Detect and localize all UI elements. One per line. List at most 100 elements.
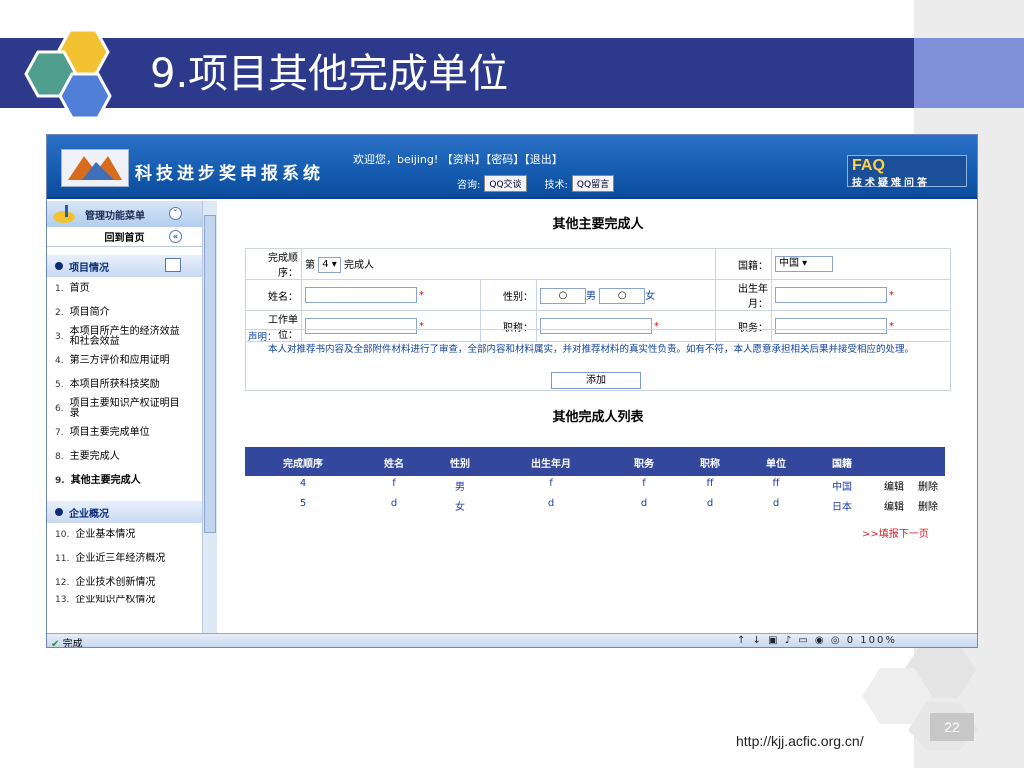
item-number: 9. bbox=[55, 476, 65, 486]
cell-name: f bbox=[392, 478, 396, 489]
sidebar-item[interactable]: 5. 本项目所获科技奖励 bbox=[47, 373, 202, 397]
slide-title: 9.项目其他完成单位 bbox=[150, 51, 509, 97]
profile-link[interactable]: 【资料】 bbox=[442, 153, 486, 166]
item-label: 第三方评价和应用证明 bbox=[69, 355, 170, 366]
nationality-value: 中国 bbox=[779, 258, 799, 269]
delete-link[interactable]: 删除 bbox=[913, 498, 943, 513]
list-title: 其他完成人列表 bbox=[552, 410, 644, 425]
bullet-icon bbox=[55, 262, 63, 270]
logout-link[interactable]: 【退出】 bbox=[524, 153, 563, 166]
title-band-extension bbox=[914, 38, 1024, 108]
cell-birth: f bbox=[549, 478, 553, 489]
item-label: 其他主要完成人 bbox=[70, 475, 141, 486]
sidebar-item[interactable]: 2. 项目简介 bbox=[47, 301, 202, 325]
gender-cell: ○ 男 ○ 女 bbox=[536, 279, 716, 311]
zoom-level[interactable]: 100% bbox=[860, 635, 897, 646]
table-row: 4 f 男 f f ff ff 中国 编辑 删除 bbox=[245, 478, 945, 495]
column-header: 性别 bbox=[450, 459, 470, 470]
status-text: 完成 bbox=[62, 639, 83, 648]
section-company-title: 企业概况 bbox=[69, 508, 109, 520]
double-chevron-left-icon[interactable]: « bbox=[169, 230, 182, 243]
name-input[interactable] bbox=[305, 287, 417, 303]
cell-birth: d bbox=[547, 498, 555, 509]
form-title: 其他主要完成人 bbox=[552, 217, 644, 232]
female-radio[interactable]: ○ bbox=[599, 287, 646, 304]
nationality-label: 国籍： bbox=[715, 248, 772, 280]
sidebar-item[interactable]: 7. 项目主要完成单位 bbox=[47, 421, 202, 445]
birth-input[interactable] bbox=[775, 287, 887, 303]
faq-button[interactable]: FAQ 技术疑难问答 bbox=[847, 155, 967, 189]
scrollbar-thumb[interactable] bbox=[204, 215, 216, 533]
item-number: 10. bbox=[55, 530, 70, 540]
cell-gender: 女 bbox=[455, 502, 465, 513]
sidebar-item[interactable]: 6. 项目主要知识产权证明目录 bbox=[47, 397, 202, 421]
item-number: 6. bbox=[55, 404, 64, 414]
sidebar-item-current[interactable]: 9. 其他主要完成人 bbox=[47, 469, 202, 493]
consult-bar: 咨询: QQ交谈 技术: QQ留言 bbox=[457, 175, 615, 192]
table-row: 5 d 女 d d d d 日本 编辑 删除 bbox=[245, 498, 945, 515]
cell-name: d bbox=[390, 498, 398, 509]
item-number: 13. bbox=[55, 595, 70, 605]
edit-link[interactable]: 编辑 bbox=[879, 478, 909, 493]
item-label: 本项目所获科技奖励 bbox=[69, 379, 160, 390]
item-label: 企业技术创新情况 bbox=[75, 577, 156, 588]
column-header: 姓名 bbox=[384, 459, 404, 470]
item-number: 4. bbox=[55, 356, 64, 366]
item-number: 3. bbox=[55, 332, 64, 342]
order-suffix: 完成人 bbox=[343, 259, 374, 271]
item-number: 11. bbox=[55, 554, 70, 564]
sidebar-item[interactable]: 3. 本项目所产生的经济效益和社会效益 bbox=[47, 325, 202, 349]
menu-header: 管理功能菜单 ˇ bbox=[47, 201, 202, 227]
cell-order: 4 bbox=[299, 478, 307, 489]
item-label: 企业近三年经济概况 bbox=[75, 553, 166, 564]
app-header: 科技进步奖申报系统 欢迎您，beijing! 【资料】【密码】【退出】 咨询: … bbox=[47, 135, 977, 199]
slide-url[interactable]: http://kjj.acfic.org.cn/ bbox=[736, 733, 864, 749]
column-header: 单位 bbox=[766, 459, 786, 470]
sidebar-item[interactable]: 8. 主要完成人 bbox=[47, 445, 202, 469]
column-header: 出生年月 bbox=[531, 459, 571, 470]
add-button[interactable]: 添加 bbox=[551, 372, 641, 389]
item-label: 企业基本情况 bbox=[75, 529, 136, 540]
qq-message-button[interactable]: QQ留言 bbox=[571, 175, 615, 192]
item-number: 5. bbox=[55, 380, 64, 390]
item-label: 企业知识产权情况 bbox=[75, 595, 156, 605]
faq-subtitle: 技术疑难问答 bbox=[852, 178, 930, 189]
welcome-bar: 欢迎您，beijing! 【资料】【密码】【退出】 bbox=[353, 151, 563, 167]
qq-chat-button[interactable]: QQ交谈 bbox=[484, 175, 527, 192]
cell-position: d bbox=[640, 498, 648, 509]
sidebar-item[interactable]: 1. 首页 bbox=[47, 277, 202, 301]
home-link[interactable]: 回到首页 « bbox=[47, 227, 202, 247]
gender-label: 性别： bbox=[480, 279, 537, 311]
sidebar-item[interactable]: 12. 企业技术创新情况 bbox=[47, 571, 202, 595]
section-project[interactable]: 项目情况 bbox=[47, 255, 202, 277]
delete-link[interactable]: 删除 bbox=[913, 478, 943, 493]
collapse-menu-icon[interactable]: ˇ bbox=[169, 207, 182, 220]
item-label: 项目简介 bbox=[69, 307, 110, 318]
male-label: 男 bbox=[586, 290, 596, 302]
status-bar: ✔ 完成 ↑ ↓ ▣ ♪ ▭ ◉ ◎ 0 100% bbox=[47, 633, 977, 648]
sidebar-scrollbar[interactable] bbox=[202, 201, 217, 633]
nationality-select[interactable]: 中国 ▾ bbox=[775, 256, 833, 272]
home-label: 回到首页 bbox=[104, 233, 145, 244]
male-radio[interactable]: ○ bbox=[540, 287, 586, 304]
sidebar-item[interactable]: 4. 第三方评价和应用证明 bbox=[47, 349, 202, 373]
name-label: 姓名： bbox=[245, 279, 302, 311]
column-header: 国籍 bbox=[832, 459, 852, 470]
next-page-link[interactable]: >>填报下一页 bbox=[862, 525, 929, 540]
edit-link[interactable]: 编辑 bbox=[879, 498, 909, 513]
cell-title: ff bbox=[706, 478, 714, 489]
cell-order: 5 bbox=[299, 498, 307, 509]
item-number: 7. bbox=[55, 428, 64, 438]
order-cell: 第 4 ▾ 完成人 bbox=[301, 248, 716, 280]
sidebar-item[interactable]: 10. 企业基本情况 bbox=[47, 523, 202, 547]
sidebar-item[interactable]: 13. 企业知识产权情况 bbox=[47, 595, 202, 605]
section-company[interactable]: 企业概况 bbox=[47, 501, 202, 523]
password-link[interactable]: 【密码】 bbox=[486, 153, 525, 166]
item-label: 主要完成人 bbox=[69, 451, 120, 462]
item-number: 8. bbox=[55, 452, 64, 462]
tech-label: 技术: bbox=[544, 180, 568, 191]
sidebar-item[interactable]: 11. 企业近三年经济概况 bbox=[47, 547, 202, 571]
order-select[interactable]: 4 ▾ bbox=[318, 256, 341, 273]
item-number: 12. bbox=[55, 578, 70, 588]
welcome-text: 欢迎您，beijing! bbox=[353, 153, 439, 166]
